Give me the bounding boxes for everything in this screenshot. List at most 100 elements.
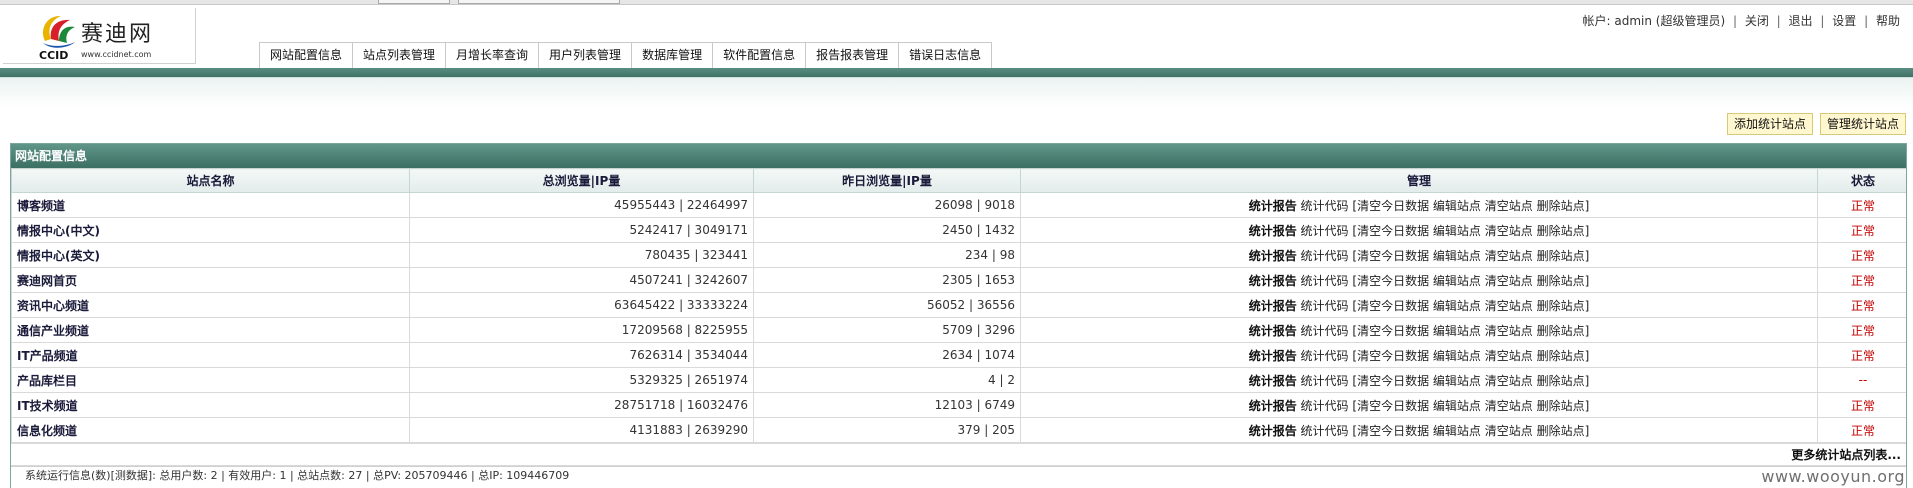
report-link[interactable]: 统计报告 [1249,424,1297,438]
delete-site-link[interactable]: 删除站点] [1537,349,1590,363]
status-cell: 正常 [1817,292,1906,318]
report-link[interactable]: 统计报告 [1249,299,1297,313]
tab-site-config[interactable]: 网站配置信息 [259,42,354,68]
panel-title: 网站配置信息 [11,144,1906,168]
report-link[interactable]: 统计报告 [1249,249,1297,263]
empty-site-link[interactable]: 清空站点 [1485,224,1533,238]
more-sites-link[interactable]: 更多统计站点列表... [11,443,1906,466]
delete-site-link[interactable]: 删除站点] [1537,324,1590,338]
report-link[interactable]: 统计报告 [1249,324,1297,338]
help-link[interactable]: 帮助 [1876,14,1900,28]
site-logo[interactable]: 赛迪网 CCID www.ccidnet.com [3,8,196,64]
site-name-cell[interactable]: 资讯中心频道 [11,292,410,318]
clear-today-link[interactable]: [清空今日数据 [1352,399,1429,413]
report-link[interactable]: 统计报告 [1249,374,1297,388]
delete-site-link[interactable]: 删除站点] [1537,199,1590,213]
add-site-button[interactable]: 添加统计站点 [1726,113,1813,135]
table-row: IT产品频道 7626314 | 3534044 2634 | 1074 统计报告 统… [11,342,1906,368]
clear-today-link[interactable]: [清空今日数据 [1352,424,1429,438]
tab-error-log[interactable]: 错误日志信息 [898,42,993,68]
report-link[interactable]: 统计报告 [1249,274,1297,288]
empty-site-link[interactable]: 清空站点 [1485,324,1533,338]
report-link[interactable]: 统计报告 [1249,199,1297,213]
delete-site-link[interactable]: 删除站点] [1537,299,1590,313]
toolbar-button[interactable] [378,0,450,4]
delete-site-link[interactable]: 删除站点] [1537,424,1590,438]
report-link[interactable]: 统计报告 [1249,224,1297,238]
clear-today-link[interactable]: [清空今日数据 [1352,249,1429,263]
code-link[interactable]: 统计代码 [1301,324,1349,338]
code-link[interactable]: 统计代码 [1301,224,1349,238]
total-views-cell: 5242417 | 3049171 [409,217,754,243]
empty-site-link[interactable]: 清空站点 [1485,399,1533,413]
clear-today-link[interactable]: [清空今日数据 [1352,224,1429,238]
site-name-cell[interactable]: 博客频道 [11,192,410,218]
manage-cell: 统计报告 统计代码 [清空今日数据 编辑站点 清空站点 删除站点] [1020,342,1818,368]
site-name-cell[interactable]: 赛迪网首页 [11,267,410,293]
clear-today-link[interactable]: [清空今日数据 [1352,349,1429,363]
edit-site-link[interactable]: 编辑站点 [1433,424,1481,438]
status-cell: 正常 [1817,267,1906,293]
empty-site-link[interactable]: 清空站点 [1485,374,1533,388]
manage-sites-button[interactable]: 管理统计站点 [1819,113,1906,135]
empty-site-link[interactable]: 清空站点 [1485,199,1533,213]
code-link[interactable]: 统计代码 [1301,199,1349,213]
edit-site-link[interactable]: 编辑站点 [1433,374,1481,388]
edit-site-link[interactable]: 编辑站点 [1433,399,1481,413]
tab-user-list[interactable]: 用户列表管理 [538,42,633,68]
delete-site-link[interactable]: 删除站点] [1537,374,1590,388]
delete-site-link[interactable]: 删除站点] [1537,274,1590,288]
total-views-cell: 780435 | 323441 [409,242,754,268]
site-name-cell[interactable]: 情报中心(中文) [11,217,410,243]
edit-site-link[interactable]: 编辑站点 [1433,249,1481,263]
clear-today-link[interactable]: [清空今日数据 [1352,374,1429,388]
tab-monthly-growth[interactable]: 月增长率查询 [445,42,540,68]
yesterday-views-cell: 12103 | 6749 [753,392,1021,418]
site-name-cell[interactable]: IT技术频道 [11,392,410,418]
toolbar-field[interactable] [458,0,620,4]
site-name-cell[interactable]: 通信产业频道 [11,317,410,343]
close-link[interactable]: 关闭 [1745,14,1769,28]
tab-reports[interactable]: 报告报表管理 [805,42,900,68]
column-header-manage: 管理 [1020,168,1818,193]
code-link[interactable]: 统计代码 [1301,249,1349,263]
tab-software-config[interactable]: 软件配置信息 [712,42,807,68]
edit-site-link[interactable]: 编辑站点 [1433,274,1481,288]
site-name-cell[interactable]: IT产品频道 [11,342,410,368]
site-name-cell[interactable]: 产品库栏目 [11,367,410,393]
empty-site-link[interactable]: 清空站点 [1485,249,1533,263]
logo-english-name: CCID [39,49,69,62]
settings-link[interactable]: 设置 [1832,14,1856,28]
edit-site-link[interactable]: 编辑站点 [1433,324,1481,338]
delete-site-link[interactable]: 删除站点] [1537,399,1590,413]
report-link[interactable]: 统计报告 [1249,399,1297,413]
edit-site-link[interactable]: 编辑站点 [1433,349,1481,363]
code-link[interactable]: 统计代码 [1301,349,1349,363]
delete-site-link[interactable]: 删除站点] [1537,224,1590,238]
tab-site-list[interactable]: 站点列表管理 [352,42,447,68]
logout-link[interactable]: 退出 [1789,14,1813,28]
report-link[interactable]: 统计报告 [1249,349,1297,363]
delete-site-link[interactable]: 删除站点] [1537,249,1590,263]
edit-site-link[interactable]: 编辑站点 [1433,299,1481,313]
status-cell: 正常 [1817,317,1906,343]
empty-site-link[interactable]: 清空站点 [1485,424,1533,438]
site-name-cell[interactable]: 信息化频道 [11,417,410,443]
empty-site-link[interactable]: 清空站点 [1485,299,1533,313]
clear-today-link[interactable]: [清空今日数据 [1352,274,1429,288]
code-link[interactable]: 统计代码 [1301,424,1349,438]
empty-site-link[interactable]: 清空站点 [1485,274,1533,288]
edit-site-link[interactable]: 编辑站点 [1433,224,1481,238]
clear-today-link[interactable]: [清空今日数据 [1352,199,1429,213]
code-link[interactable]: 统计代码 [1301,399,1349,413]
site-name-cell[interactable]: 情报中心(英文) [11,242,410,268]
tab-database[interactable]: 数据库管理 [631,42,714,68]
code-link[interactable]: 统计代码 [1301,299,1349,313]
column-header-status: 状态 [1817,168,1906,193]
code-link[interactable]: 统计代码 [1301,374,1349,388]
code-link[interactable]: 统计代码 [1301,274,1349,288]
clear-today-link[interactable]: [清空今日数据 [1352,324,1429,338]
clear-today-link[interactable]: [清空今日数据 [1352,299,1429,313]
edit-site-link[interactable]: 编辑站点 [1433,199,1481,213]
empty-site-link[interactable]: 清空站点 [1485,349,1533,363]
